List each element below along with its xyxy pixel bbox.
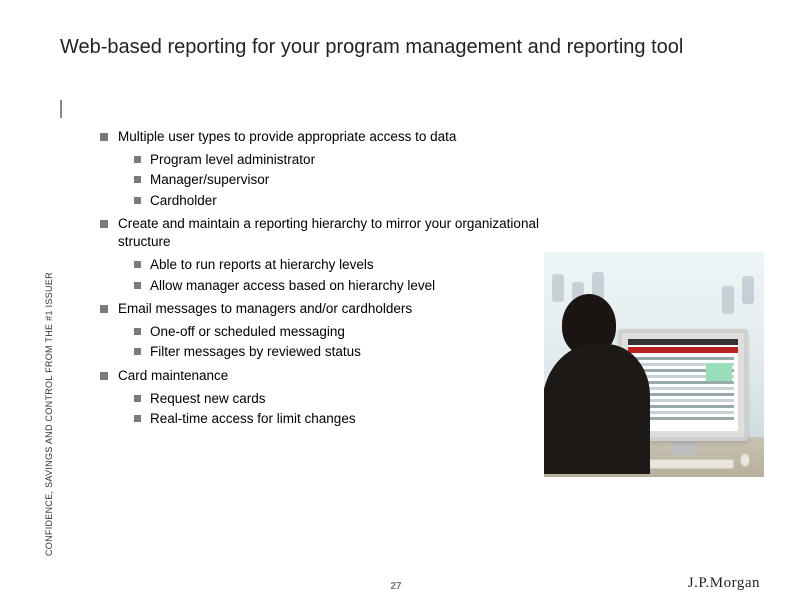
bullet-text: Email messages to managers and/or cardho… [118,301,412,316]
sub-item: Program level administrator [134,150,580,170]
photo-mouse [740,453,750,467]
page-title: Web-based reporting for your program man… [60,34,700,61]
photo-monitor-stand [670,441,696,455]
photo-keyboard [644,459,734,469]
bullet-list: Multiple user types to provide appropria… [100,128,580,429]
bullet-item: Multiple user types to provide appropria… [100,128,580,211]
sub-list: One-off or scheduled messaging Filter me… [134,322,580,363]
bullet-text: Card maintenance [118,368,228,383]
sub-item: Request new cards [134,389,580,409]
title-divider [60,100,62,118]
bullet-text: Multiple user types to provide appropria… [118,129,456,144]
bullet-text: Create and maintain a reporting hierarch… [118,216,539,249]
sub-list: Able to run reports at hierarchy levels … [134,255,580,296]
content-area: Multiple user types to provide appropria… [100,128,580,433]
sub-list: Program level administrator Manager/supe… [134,150,580,211]
sub-item: Manager/supervisor [134,170,580,190]
slide: Web-based reporting for your program man… [0,0,792,612]
sub-list: Request new cards Real-time access for l… [134,389,580,430]
brand-logo: J.P.Morgan [688,575,760,592]
sub-item: Real-time access for limit changes [134,409,580,429]
bullet-item: Create and maintain a reporting hierarch… [100,215,580,296]
page-number: 27 [0,581,792,592]
sub-item: One-off or scheduled messaging [134,322,580,342]
sub-item: Allow manager access based on hierarchy … [134,276,580,296]
bullet-item: Card maintenance Request new cards Real-… [100,367,580,430]
bullet-item: Email messages to managers and/or cardho… [100,300,580,363]
sub-item: Able to run reports at hierarchy levels [134,255,580,275]
vertical-tagline: CONFIDENCE, SAVINGS AND CONTROL FROM THE… [44,272,54,556]
slide-image [544,252,764,477]
sub-item: Filter messages by reviewed status [134,342,580,362]
sub-item: Cardholder [134,191,580,211]
